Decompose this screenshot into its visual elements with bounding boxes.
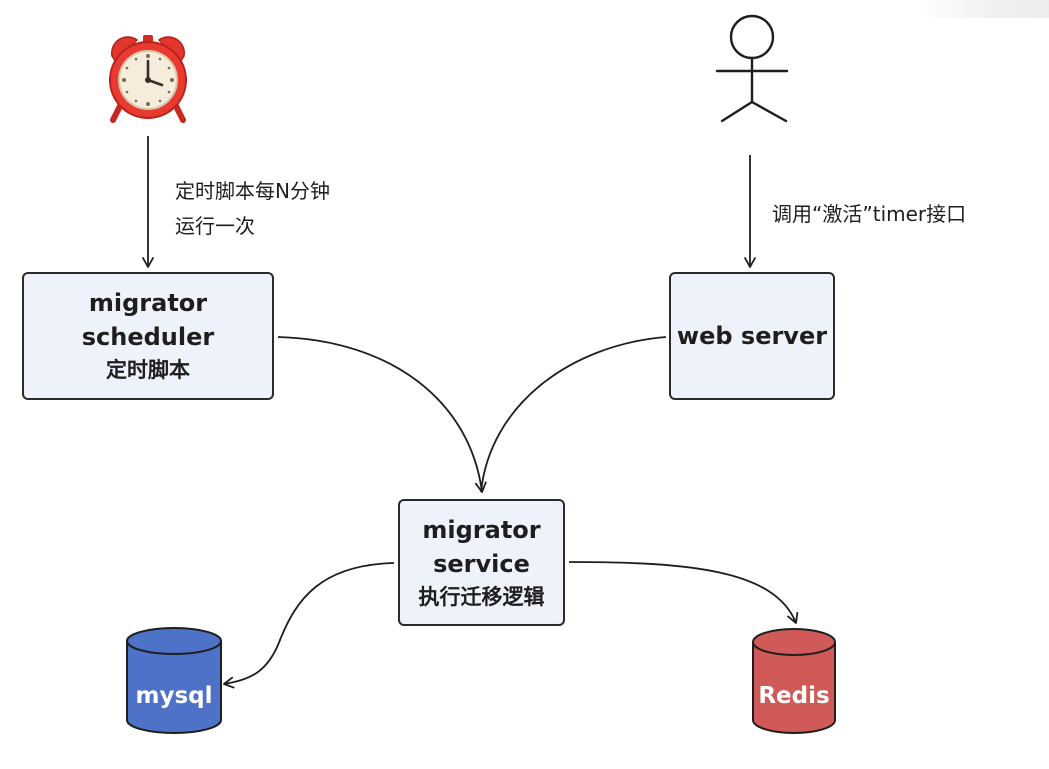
scheduler-subtitle: 定时脚本 xyxy=(106,358,190,382)
migrator-scheduler-node[interactable]: migrator scheduler 定时脚本 xyxy=(22,272,274,400)
cron-label-line1: 定时脚本每N分钟 xyxy=(175,179,330,203)
edge-service-to-redis xyxy=(568,561,799,624)
edge-webserver-to-service xyxy=(480,336,667,493)
stick-figure-user-icon xyxy=(715,14,789,123)
cron-label-line2: 运行一次 xyxy=(175,214,255,238)
scheduler-title: migrator scheduler xyxy=(81,289,215,351)
cron-edge-label: 定时脚本每N分钟 运行一次 xyxy=(175,174,330,244)
service-subtitle: 执行迁移逻辑 xyxy=(418,584,545,609)
activate-edge-label: 调用“激活”timer接口 xyxy=(772,202,967,226)
service-title-line2: service xyxy=(433,549,530,578)
mysql-label: mysql xyxy=(135,683,213,709)
edge-service-to-mysql xyxy=(223,562,395,689)
alarm-clock-icon xyxy=(109,35,187,123)
redis-label: Redis xyxy=(758,683,830,709)
service-title-line1: migrator xyxy=(422,515,541,544)
mysql-database-icon xyxy=(126,627,222,734)
diagram-canvas: 定时脚本每N分钟 运行一次 调用“激活”timer接口 migrator sch… xyxy=(0,0,1049,769)
web-server-node[interactable]: web server xyxy=(669,272,835,400)
web-server-title: web server xyxy=(676,322,828,350)
migrator-service-node[interactable]: migrator service 执行迁移逻辑 xyxy=(398,499,565,626)
redis-database-icon xyxy=(752,628,836,734)
edge-scheduler-to-service xyxy=(277,336,487,493)
